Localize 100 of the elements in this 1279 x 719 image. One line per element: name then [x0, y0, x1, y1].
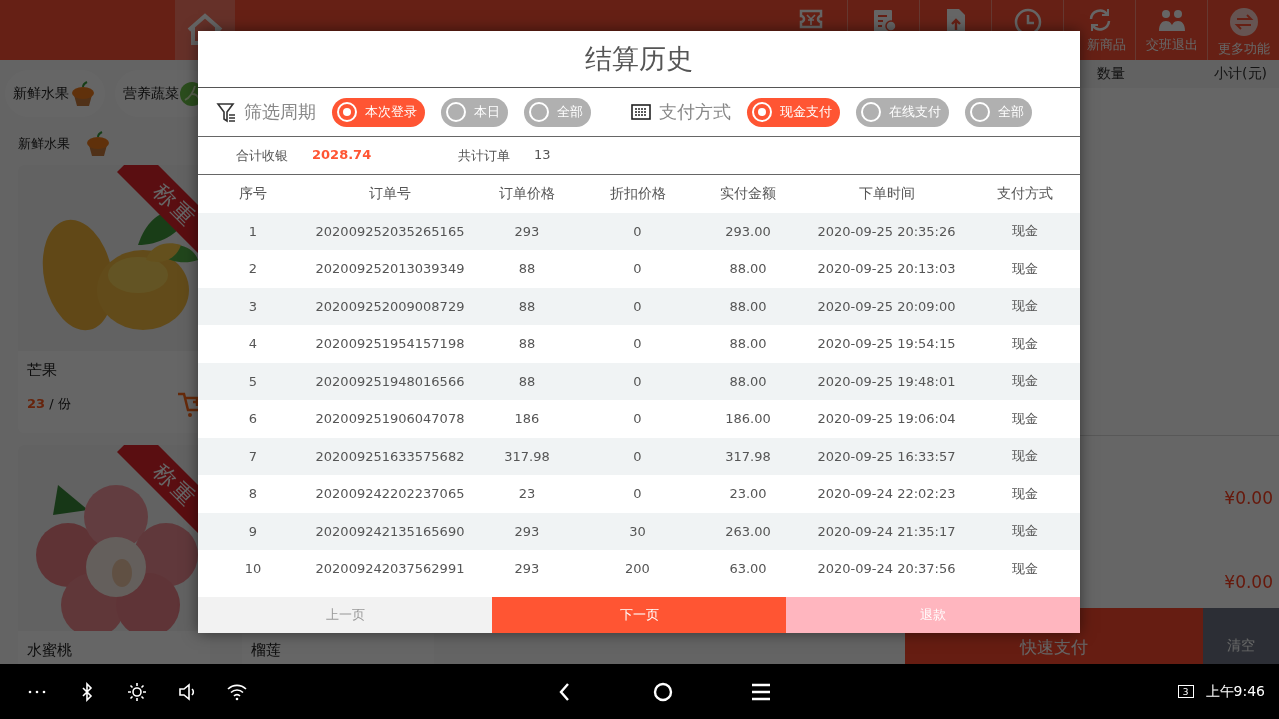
table-cell: 0 [582, 287, 693, 325]
table-cell-text: 200 [624, 560, 651, 579]
users-icon [1156, 7, 1187, 33]
toolbar-button[interactable]: 更多功能 [1207, 0, 1279, 60]
table-cell: 7 [198, 437, 308, 475]
table-cell-text: 2020-09-25 19:54:15 [816, 335, 957, 354]
cupcake-icon [69, 80, 97, 107]
filter-option[interactable]: 在线支付 [856, 97, 949, 127]
column-header: 折扣价格 [608, 183, 667, 203]
table-cell-text: 10 [243, 560, 263, 579]
table-cell: 0 [582, 437, 693, 475]
filter-label: 支付方式 [659, 100, 731, 124]
table-cell: 2020-09-25 19:48:01 [803, 362, 970, 400]
total-amount: ¥0.00 [1224, 488, 1273, 508]
table-cell-text: 2020-09-24 20:37:56 [816, 560, 957, 579]
table-cell: 293.00 [693, 212, 803, 250]
filter-option[interactable]: 本日 [441, 97, 508, 127]
clock-time: 上午9:46 [1205, 682, 1265, 701]
pager-button[interactable]: 下一页 [492, 597, 786, 633]
product-price: 23 / 份 [27, 395, 71, 413]
table-cell-text: 2020-09-24 22:02:23 [816, 485, 957, 504]
table-cell-text: 8 [247, 485, 259, 504]
filter-option[interactable]: 全部 [524, 97, 591, 127]
table-cell-text: 186 [513, 410, 541, 429]
table-cell-text: 202009252013039349 [314, 260, 466, 279]
table-cell-text: 88.00 [728, 335, 768, 354]
column-header: 序号 [238, 183, 268, 203]
column-header: 实付金额 [719, 183, 777, 203]
product-name: 芒果 [27, 361, 58, 380]
cash-register-icon [631, 103, 651, 121]
filter-option[interactable]: 全部 [965, 97, 1032, 127]
section-title: 新鲜水果 [18, 135, 70, 153]
calendar-icon[interactable]: 3 [1177, 685, 1194, 698]
table-cell: 0 [582, 212, 693, 250]
table-cell-text: 202009251954157198 [314, 335, 466, 354]
table-cell-text: 202009242202237065 [314, 485, 466, 504]
table-cell: 2020-09-24 21:35:17 [803, 512, 970, 550]
brightness-icon[interactable] [126, 680, 148, 703]
table-cell-text: 6 [247, 410, 259, 429]
table-cell-text: 202009242037562991 [314, 560, 466, 579]
table-cell-text: 现金 [1011, 259, 1039, 278]
table-cell-text: 2 [247, 260, 259, 279]
table-cell: 202009242135165690 [308, 512, 472, 550]
table-cell-text: 88 [517, 335, 537, 354]
table-cell-text: 0 [632, 485, 643, 504]
more-icon [1228, 7, 1259, 37]
table-cell: 2020-09-25 16:33:57 [803, 437, 970, 475]
table-cell-text: 63.00 [728, 560, 768, 579]
table-cell: 现金 [970, 362, 1080, 400]
table-cell: 5 [198, 362, 308, 400]
filter-icon [216, 101, 236, 123]
table-cell-text: 186.00 [724, 410, 772, 429]
table-cell: 88 [472, 362, 582, 400]
table-cell-text: 0 [632, 260, 643, 279]
table-cell: 88.00 [693, 287, 803, 325]
table-cell: 293 [472, 512, 582, 550]
column-header: 订单价格 [498, 183, 556, 203]
ticket-icon[interactable] [798, 7, 824, 31]
table-cell: 202009252009008729 [308, 287, 472, 325]
table-cell-text: 0 [632, 335, 643, 354]
table-cell-text: 23.00 [728, 485, 768, 504]
table-cell-text: 现金 [1011, 559, 1039, 578]
table-cell: 88.00 [693, 362, 803, 400]
table-cell-text: 88.00 [728, 260, 768, 279]
cupcake-icon [84, 131, 112, 157]
table-cell: 202009251948016566 [308, 362, 472, 400]
home-icon[interactable] [652, 680, 674, 703]
table-cell-text: 0 [632, 410, 643, 429]
table-cell: 202009252035265165 [308, 212, 472, 250]
summary-label: 共计订单 [458, 146, 510, 165]
table-cell: 现金 [970, 287, 1080, 325]
table-cell-text: 293 [513, 560, 541, 579]
table-cell: 293 [472, 212, 582, 250]
table-cell: 2020-09-25 20:35:26 [803, 212, 970, 250]
table-cell-text: 2020-09-25 20:13:03 [816, 260, 957, 279]
filter-option[interactable]: 本次登录 [332, 97, 425, 127]
table-cell-text: 23 [517, 485, 537, 504]
column-header: 数量 [1097, 65, 1125, 83]
table-cell-text: 202009251906047078 [314, 410, 466, 429]
column-header: 下单时间 [857, 183, 916, 203]
summary-label: 合计收银 [236, 146, 288, 165]
table-cell: 1 [198, 212, 308, 250]
filter-option[interactable]: 现金支付 [747, 97, 840, 127]
table-cell: 202009251633575682 [308, 437, 472, 475]
table-cell: 30 [582, 512, 693, 550]
table-cell: 88 [472, 287, 582, 325]
table-cell: 2020-09-25 20:09:00 [803, 287, 970, 325]
table-cell: 3 [198, 287, 308, 325]
column-header: 订单号 [368, 183, 412, 203]
table-cell: 263.00 [693, 512, 803, 550]
column-header: 小计(元) [1214, 65, 1267, 83]
table-cell-text: 4 [247, 335, 259, 354]
filter-label: 筛选周期 [244, 100, 316, 124]
table-cell-text: 2020-09-25 19:06:04 [816, 410, 957, 429]
total-amount: ¥0.00 [1224, 572, 1273, 592]
product-name: 榴莲 [251, 641, 282, 660]
table-cell-text: 现金 [1011, 484, 1039, 503]
table-cell-text: 现金 [1011, 409, 1039, 428]
table-cell: 现金 [970, 512, 1080, 550]
table-cell-text: 现金 [1011, 334, 1039, 353]
